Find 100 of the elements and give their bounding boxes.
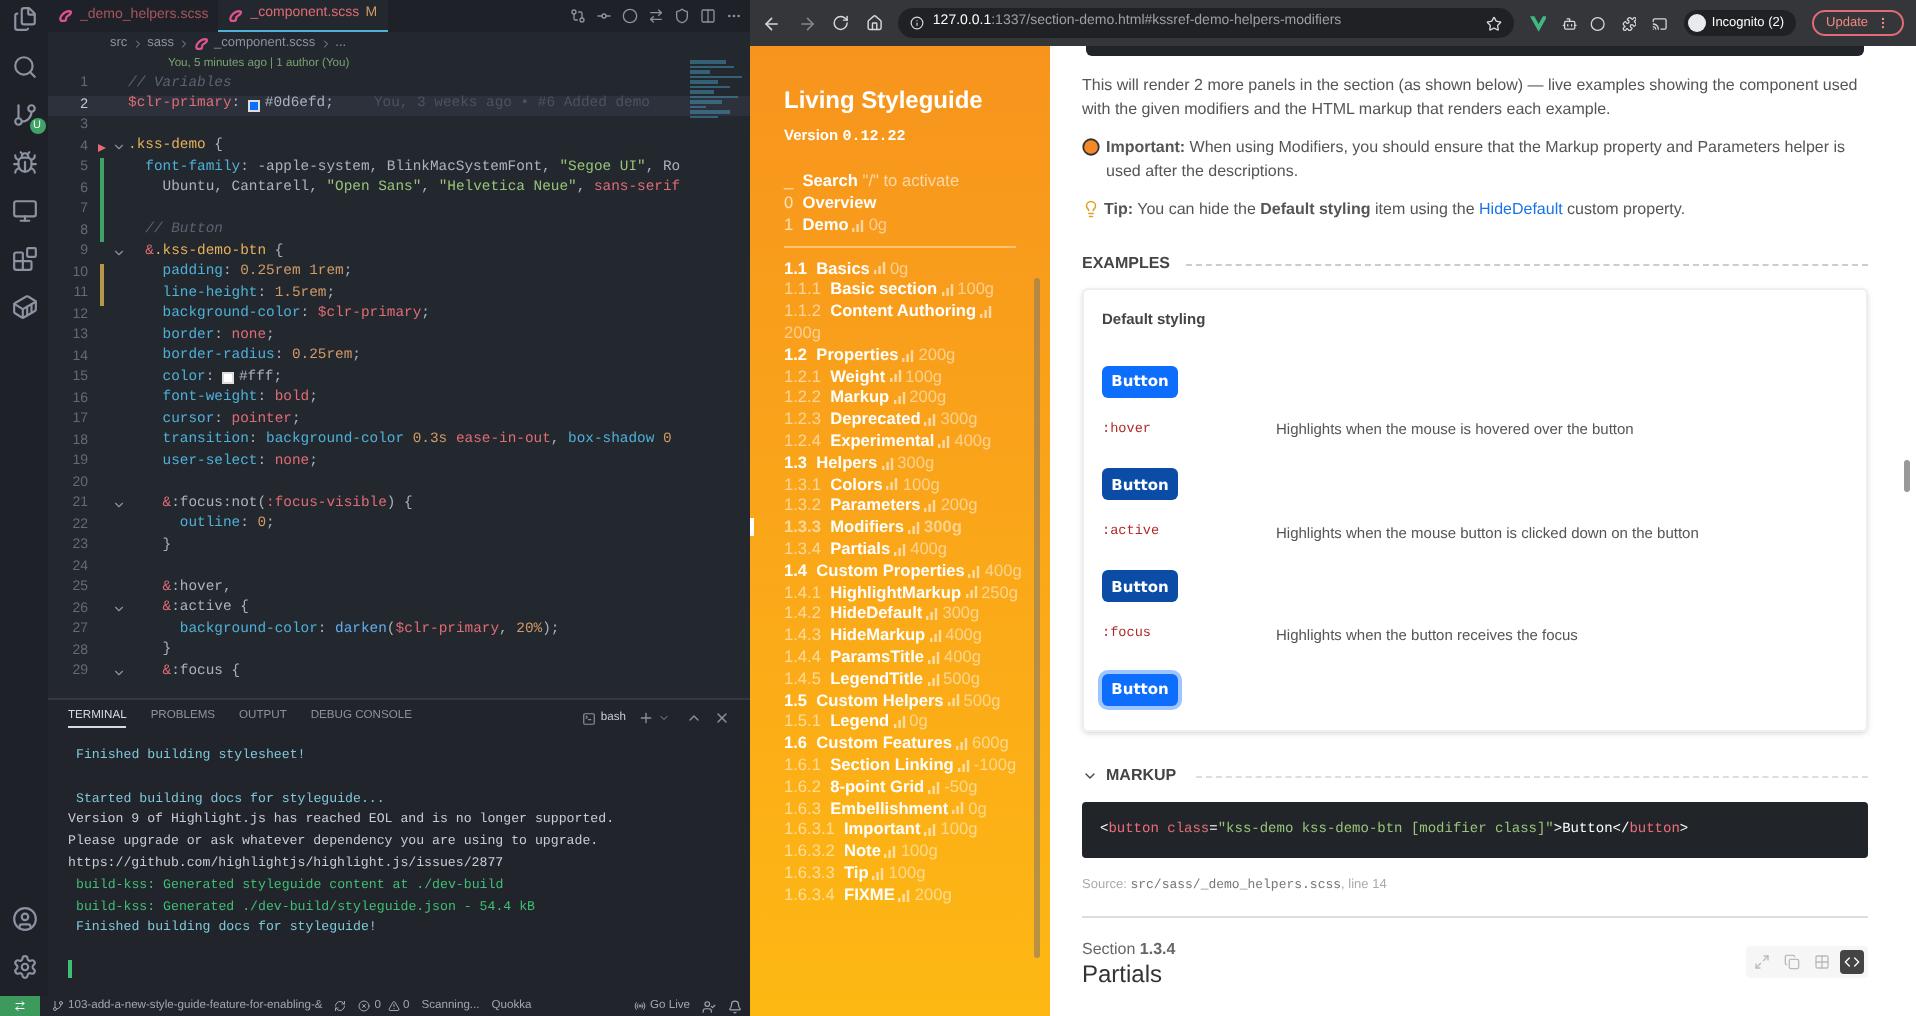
signal-bars-icon (852, 219, 865, 232)
nav-item[interactable]: 1.6.2 8-point Grid -50g (784, 775, 1030, 798)
account-icon[interactable] (11, 906, 37, 932)
signal-bars-icon (886, 478, 899, 491)
search-hint[interactable]: _ Search "/" to activate (784, 170, 1050, 193)
v-logo-icon[interactable] (1529, 15, 1547, 31)
fold-chevron-icon[interactable] (112, 140, 126, 155)
nav-item[interactable]: 1.4.3 HideMarkup 400g (784, 624, 1030, 646)
sync-icon[interactable] (334, 1000, 347, 1012)
signal-bars-icon (902, 349, 915, 362)
nav-item[interactable]: 1.3 Helpers 300g (784, 451, 1030, 474)
nav-item[interactable]: 1.4.2 HideDefault 300g (784, 602, 1030, 625)
nav-item[interactable]: 1.4 Custom Properties 400g (784, 559, 1030, 582)
bookmark-star-icon[interactable] (1485, 15, 1502, 31)
nav-item[interactable]: 1.3.2 Parameters 200g (784, 494, 1030, 517)
signal-bars-icon (928, 781, 941, 794)
chevron-icon (178, 37, 191, 49)
signal-bars-icon (924, 500, 937, 513)
commit-icon[interactable] (596, 8, 612, 24)
nav-item[interactable]: 1.2.1 Weight 100g (784, 365, 1030, 387)
notifications-icon[interactable] (728, 999, 742, 1013)
close-icon[interactable] (714, 710, 730, 726)
circle-icon[interactable] (622, 8, 638, 24)
split-editor-icon[interactable] (700, 8, 716, 24)
nav-item[interactable]: 1.2.3 Deprecated 300g (784, 408, 1030, 431)
sass-file-icon (58, 8, 74, 24)
files-icon[interactable] (11, 6, 37, 32)
signal-bars-icon (980, 306, 993, 319)
monitor-icon[interactable] (11, 198, 37, 224)
signal-bars-icon (947, 694, 960, 707)
nav-item[interactable]: 1.6.3.3 Tip 100g (784, 861, 1030, 884)
extensions-icon[interactable] (1621, 15, 1637, 31)
intro-paragraph: This will render 2 more panels in the section (as shown below) — live examples showing the component used with the given modifiers and the HTML markup that renders each example. (1082, 74, 1860, 122)
nav-item[interactable]: 1.3.3 Modifiers 300g (784, 516, 1030, 538)
signal-bars-icon (898, 889, 911, 902)
signal-bars-icon (924, 414, 937, 427)
nav-item[interactable]: 1.6.3.4 FIXME 200g (784, 883, 1030, 906)
color-swatch (248, 99, 261, 112)
nav-item[interactable]: 1.1 Basics 0g (784, 257, 1030, 279)
nav-item[interactable]: 1.3.1 Colors 100g (784, 473, 1030, 495)
back-icon[interactable] (762, 13, 782, 33)
signal-bars-icon (929, 630, 942, 642)
reload-icon[interactable] (832, 14, 850, 32)
nav-item[interactable]: 1.6 Custom Features 600g (784, 732, 1030, 754)
site-info-icon (910, 16, 925, 30)
shield-icon[interactable] (674, 8, 690, 24)
nav-item[interactable]: 1 Demo 0g (784, 213, 1050, 236)
fold-chevron-icon[interactable] (112, 245, 126, 260)
compare-icon[interactable] (570, 8, 586, 24)
signal-bars-icon (893, 392, 906, 405)
fold-chevron-icon[interactable] (112, 602, 126, 617)
signal-bars-icon (894, 543, 907, 556)
nav-item[interactable]: 0 Overview (784, 192, 1050, 214)
hidedefault-link[interactable]: HideDefault (1479, 200, 1563, 218)
arrows-icon[interactable] (648, 8, 664, 24)
extensions-icon[interactable] (11, 246, 37, 272)
nav-item[interactable]: 1.2.2 Markup 200g (784, 386, 1030, 409)
signal-bars-icon (873, 262, 886, 275)
extension-icon[interactable] (1562, 15, 1578, 31)
nav-item[interactable]: 1.4.1 HighlightMarkup 250g (784, 581, 1030, 603)
maximize-panel-icon[interactable] (686, 710, 702, 726)
container-icon[interactable] (11, 294, 37, 320)
signal-bars-icon (938, 435, 951, 448)
nav-item[interactable]: 1.2 Properties 200g (784, 343, 1030, 366)
nav-item[interactable]: 1.1.2 Content Authoring 200g (784, 300, 1030, 344)
code-icon[interactable] (1840, 949, 1864, 974)
nav-item[interactable]: 1.3.4 Partials 400g (784, 538, 1030, 560)
home-icon[interactable] (865, 14, 883, 32)
nav-item[interactable]: 1.6.3 Embellishment 0g (784, 797, 1030, 819)
fold-chevron-icon[interactable] (112, 497, 126, 512)
collapse-chevron-icon[interactable] (1082, 768, 1098, 784)
cast-icon[interactable] (1652, 15, 1668, 31)
nav-item[interactable]: 1.2.4 Experimental 400g (784, 430, 1030, 452)
nav-item[interactable]: 1.4.4 ParamsTitle 400g (784, 645, 1030, 668)
branch-icon (52, 1000, 64, 1012)
search-icon[interactable] (11, 54, 37, 80)
nav-item[interactable]: 1.6.1 Section Linking -100g (784, 753, 1030, 776)
settings-icon[interactable] (11, 954, 37, 980)
run-debug-icon[interactable] (11, 150, 37, 176)
add-terminal-icon[interactable] (638, 710, 654, 726)
person-icon[interactable] (702, 999, 716, 1013)
signal-bars-icon (884, 845, 897, 858)
nav-item[interactable]: 1.5 Custom Helpers 500g (784, 689, 1030, 711)
source-control-icon[interactable] (11, 102, 37, 128)
error-icon (358, 1000, 371, 1012)
signal-bars-icon (889, 370, 902, 383)
nav-item[interactable]: 1.1.1 Basic section 100g (784, 278, 1030, 301)
important-note: Important: When using Modifiers, you should ensure that the Markup property and Parameters helper is used after the descriptions. (1106, 136, 1848, 184)
signal-bars-icon (941, 284, 954, 297)
nav-item[interactable]: 1.6.3.1 Important 100g (784, 818, 1030, 841)
nav-item[interactable]: 1.4.5 LegendTitle 500g (784, 667, 1030, 690)
nav-item[interactable]: 1.6.3.2 Note 100g (784, 840, 1030, 862)
signal-bars-icon (955, 737, 968, 750)
nav-item[interactable]: 1.5.1 Legend 0g (784, 710, 1030, 733)
signal-bars-icon (893, 716, 906, 729)
more-icon (1876, 16, 1890, 30)
fold-chevron-icon[interactable] (112, 665, 126, 680)
section-heading[interactable]: MARKUP (1106, 764, 1177, 788)
broadcast-icon (634, 1000, 647, 1012)
signal-bars-icon (968, 565, 981, 578)
